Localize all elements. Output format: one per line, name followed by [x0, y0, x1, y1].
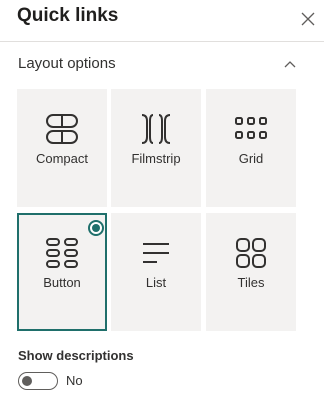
layout-option-button[interactable]: Button: [17, 213, 107, 331]
layout-options-grid: Compact Filmstrip Grid Button List Tiles: [17, 89, 296, 332]
button-layout-icon: [19, 235, 105, 271]
layout-options-header[interactable]: Layout options: [0, 48, 310, 80]
layout-option-label: Filmstrip: [131, 151, 181, 166]
section-title: Layout options: [18, 55, 116, 72]
chevron-up-icon: [282, 56, 298, 72]
tiles-layout-icon: [206, 235, 296, 271]
show-descriptions-toggle[interactable]: [18, 372, 58, 390]
panel-scrollbar[interactable]: [318, 42, 324, 393]
layout-option-label: Compact: [35, 151, 89, 166]
panel-title: Quick links: [17, 5, 119, 26]
grid-layout-icon: [206, 111, 296, 147]
close-button[interactable]: [297, 8, 319, 30]
layout-option-filmstrip[interactable]: Filmstrip: [111, 89, 201, 207]
layout-option-label: Tiles: [237, 275, 265, 290]
layout-option-grid[interactable]: Grid: [206, 89, 296, 207]
layout-option-label: Button: [43, 275, 81, 290]
filmstrip-layout-icon: [111, 111, 201, 147]
header-divider: [0, 41, 324, 42]
toggle-state-text: No: [66, 373, 83, 388]
selected-check-icon: [88, 220, 104, 236]
list-layout-icon: [111, 235, 201, 271]
close-icon: [301, 12, 315, 26]
layout-option-label: Grid: [238, 151, 264, 166]
layout-option-tiles[interactable]: Tiles: [206, 213, 296, 331]
layout-option-compact[interactable]: Compact: [17, 89, 107, 207]
toggle-knob: [22, 376, 32, 386]
show-descriptions-label: Show descriptions: [18, 348, 134, 363]
compact-layout-icon: [17, 111, 107, 147]
panel-header: Quick links: [0, 0, 324, 42]
layout-option-list[interactable]: List: [111, 213, 201, 331]
layout-option-label: List: [145, 275, 167, 290]
